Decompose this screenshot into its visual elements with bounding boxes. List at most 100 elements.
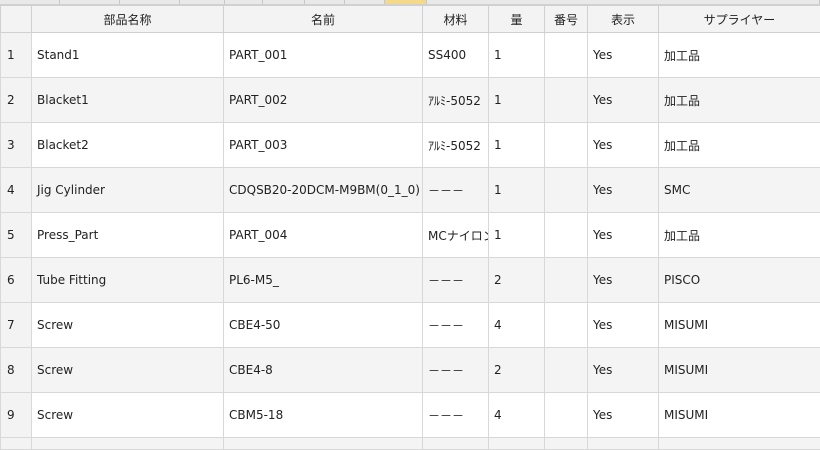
cell-supplier[interactable]: MISUMI xyxy=(659,393,820,438)
cell-supplier[interactable]: 加工品 xyxy=(659,33,820,78)
row-number[interactable]: 4 xyxy=(1,168,32,213)
table-row[interactable]: 5 Press_Part PART_004 MCナイロン 1 Yes 加工品 xyxy=(1,213,820,258)
cell-material[interactable]: MCナイロン xyxy=(423,213,489,258)
table-row[interactable]: 8 Screw CBE4-8 －－－ 2 Yes MISUMI xyxy=(1,348,820,393)
sheet-tab[interactable] xyxy=(427,0,820,4)
cell-number[interactable] xyxy=(545,123,588,168)
row-number[interactable]: 7 xyxy=(1,303,32,348)
cell-part-title[interactable]: Press_Part xyxy=(32,213,224,258)
cell-quantity[interactable]: 1 xyxy=(489,213,545,258)
cell-display[interactable]: Yes xyxy=(588,258,659,303)
cell-supplier[interactable]: MISUMI xyxy=(659,348,820,393)
cell-supplier[interactable]: PISCO xyxy=(659,258,820,303)
cell-number[interactable] xyxy=(545,348,588,393)
sheet-tab[interactable] xyxy=(180,0,225,4)
cell-part-title[interactable]: Jig Cylinder xyxy=(32,168,224,213)
cell-display[interactable]: Yes xyxy=(588,168,659,213)
column-header-part-title[interactable]: 部品名称 xyxy=(32,6,224,33)
bom-table: 部品名称 名前 材料 量 番号 表示 サプライヤー 1 Stand1 PART_… xyxy=(0,5,820,450)
cell-display[interactable]: Yes xyxy=(588,33,659,78)
row-number[interactable]: 2 xyxy=(1,78,32,123)
cell-number[interactable] xyxy=(545,78,588,123)
cell-quantity[interactable]: 2 xyxy=(489,258,545,303)
column-header-display[interactable]: 表示 xyxy=(588,6,659,33)
cell-quantity[interactable]: 1 xyxy=(489,123,545,168)
sheet-tab[interactable] xyxy=(0,0,60,4)
cell-number[interactable] xyxy=(545,213,588,258)
cell-part-title[interactable]: Screw xyxy=(32,348,224,393)
table-row[interactable]: 4 Jig Cylinder CDQSB20-20DCM-M9BM(0_1_0)… xyxy=(1,168,820,213)
cell-display[interactable]: Yes xyxy=(588,393,659,438)
cell-supplier[interactable]: 加工品 xyxy=(659,123,820,168)
cell-supplier[interactable]: SMC xyxy=(659,168,820,213)
table-row[interactable]: 2 Blacket1 PART_002 ｱﾙﾐ-5052 1 Yes 加工品 xyxy=(1,78,820,123)
cell-part-title[interactable]: Blacket2 xyxy=(32,123,224,168)
row-number[interactable]: 5 xyxy=(1,213,32,258)
cell-display[interactable]: Yes xyxy=(588,303,659,348)
cell-material[interactable]: －－－ xyxy=(423,348,489,393)
cell-material[interactable]: SS400 xyxy=(423,33,489,78)
cell-quantity[interactable]: 1 xyxy=(489,33,545,78)
cell-quantity[interactable]: 2 xyxy=(489,348,545,393)
sheet-tab[interactable] xyxy=(225,0,263,4)
cell-part-title[interactable]: Screw xyxy=(32,303,224,348)
cell-display[interactable]: Yes xyxy=(588,123,659,168)
cell-part-title[interactable]: Blacket1 xyxy=(32,78,224,123)
table-row[interactable]: 1 Stand1 PART_001 SS400 1 Yes 加工品 xyxy=(1,33,820,78)
column-header-quantity[interactable]: 量 xyxy=(489,6,545,33)
cell-quantity[interactable]: 4 xyxy=(489,393,545,438)
cell-material[interactable]: ｱﾙﾐ-5052 xyxy=(423,78,489,123)
cell-name[interactable]: CBE4-8 xyxy=(224,348,423,393)
row-number[interactable]: 1 xyxy=(1,33,32,78)
table-row[interactable]: 3 Blacket2 PART_003 ｱﾙﾐ-5052 1 Yes 加工品 xyxy=(1,123,820,168)
table-row[interactable]: 9 Screw CBM5-18 －－－ 4 Yes MISUMI xyxy=(1,393,820,438)
row-number[interactable]: 8 xyxy=(1,348,32,393)
cell-material[interactable]: ｱﾙﾐ-5052 xyxy=(423,123,489,168)
cell-display[interactable]: Yes xyxy=(588,78,659,123)
column-header-name[interactable]: 名前 xyxy=(224,6,423,33)
cell-part-title[interactable]: Screw xyxy=(32,393,224,438)
table-row[interactable]: 7 Screw CBE4-50 －－－ 4 Yes MISUMI xyxy=(1,303,820,348)
row-number[interactable]: 6 xyxy=(1,258,32,303)
cell-name[interactable]: CBM5-18 xyxy=(224,393,423,438)
cell-material[interactable]: －－－ xyxy=(423,258,489,303)
sheet-tab[interactable] xyxy=(345,0,385,4)
cell-quantity[interactable]: 1 xyxy=(489,78,545,123)
cell-number[interactable] xyxy=(545,168,588,213)
cell-name[interactable]: PART_003 xyxy=(224,123,423,168)
cell-number[interactable] xyxy=(545,258,588,303)
table-row[interactable]: 6 Tube Fitting PL6-M5_ －－－ 2 Yes PISCO xyxy=(1,258,820,303)
cell-display[interactable]: Yes xyxy=(588,213,659,258)
cell-name[interactable]: PART_004 xyxy=(224,213,423,258)
row-number[interactable]: 9 xyxy=(1,393,32,438)
cell-material[interactable]: －－－ xyxy=(423,393,489,438)
cell-number[interactable] xyxy=(545,393,588,438)
sheet-tab[interactable] xyxy=(263,0,305,4)
sheet-tab[interactable] xyxy=(60,0,120,4)
cell-supplier[interactable]: 加工品 xyxy=(659,78,820,123)
cell-name[interactable]: CDQSB20-20DCM-M9BM(0_1_0) xyxy=(224,168,423,213)
cell-part-title[interactable]: Tube Fitting xyxy=(32,258,224,303)
cell-number[interactable] xyxy=(545,33,588,78)
sheet-tab[interactable] xyxy=(120,0,180,4)
row-number[interactable]: 3 xyxy=(1,123,32,168)
corner-cell[interactable] xyxy=(1,6,32,33)
cell-number[interactable] xyxy=(545,303,588,348)
cell-name[interactable]: PART_001 xyxy=(224,33,423,78)
cell-name[interactable]: PART_002 xyxy=(224,78,423,123)
column-header-number[interactable]: 番号 xyxy=(545,6,588,33)
sheet-tab[interactable] xyxy=(305,0,345,4)
cell-quantity[interactable]: 4 xyxy=(489,303,545,348)
cell-part-title[interactable]: Stand1 xyxy=(32,33,224,78)
cell-supplier[interactable]: 加工品 xyxy=(659,213,820,258)
cell-material[interactable]: －－－ xyxy=(423,303,489,348)
sheet-tab-active[interactable] xyxy=(385,0,427,4)
cell-supplier[interactable]: MISUMI xyxy=(659,303,820,348)
cell-display[interactable]: Yes xyxy=(588,348,659,393)
cell-name[interactable]: CBE4-50 xyxy=(224,303,423,348)
column-header-material[interactable]: 材料 xyxy=(423,6,489,33)
cell-material[interactable]: －－－ xyxy=(423,168,489,213)
column-header-supplier[interactable]: サプライヤー xyxy=(659,6,820,33)
cell-name[interactable]: PL6-M5_ xyxy=(224,258,423,303)
cell-quantity[interactable]: 1 xyxy=(489,168,545,213)
